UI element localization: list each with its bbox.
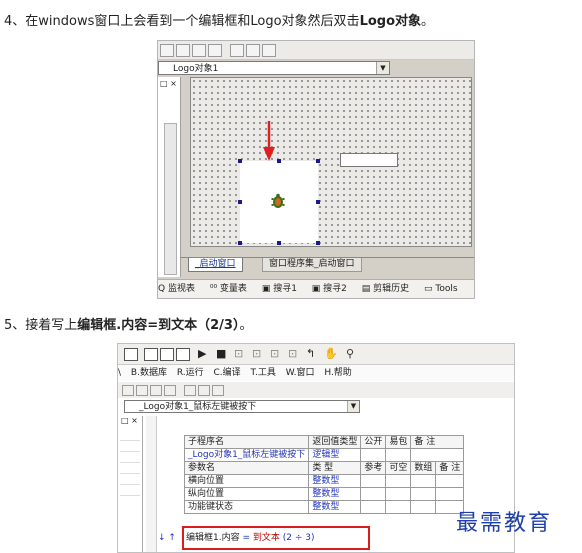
subroutine-table: 子程序名 返回值类型 公开 易包 备 注 _Logo对象1_鼠标左键被按下 逻辑… bbox=[183, 435, 465, 514]
menu-help[interactable]: H.帮助 bbox=[324, 368, 351, 378]
flow-arrow-icon: ↓ ↑ bbox=[158, 533, 176, 543]
turtle-icon bbox=[271, 193, 285, 208]
menu-database[interactable]: B.数据库 bbox=[131, 368, 167, 378]
selection-handle[interactable] bbox=[316, 159, 320, 163]
table-row[interactable]: 功能键状态 整数型 bbox=[183, 500, 465, 514]
monitor-tab[interactable]: Q 监视表 bbox=[158, 284, 201, 294]
chevron-down-icon[interactable]: ▼ bbox=[347, 401, 359, 412]
tab-window-assembly[interactable]: 窗口程序集_启动窗口 bbox=[262, 258, 362, 272]
run-icon[interactable]: ▶ bbox=[198, 347, 206, 360]
menu-tools[interactable]: T.工具 bbox=[251, 368, 276, 378]
menu-bar: \ B.数据库 R.运行 C.编译 T.工具 W.窗口 H.帮助 bbox=[118, 365, 514, 381]
align-icon[interactable] bbox=[164, 385, 176, 396]
table-header: 参数名 类 型 参考 可空 数组 备 注 bbox=[183, 461, 465, 475]
close-icon[interactable]: □ × bbox=[121, 416, 138, 425]
align-icon[interactable] bbox=[122, 385, 134, 396]
edit-box-control[interactable] bbox=[340, 153, 398, 167]
search2-tab[interactable]: ▣ 搜寻2 bbox=[312, 284, 353, 294]
clip-history-tab[interactable]: ▤ 剪辑历史 bbox=[362, 284, 415, 294]
project-panel: □ × bbox=[118, 416, 143, 552]
step-icon[interactable]: ⊡ bbox=[270, 347, 279, 360]
window-tabbar: _启动窗口 窗口程序集_启动窗口 bbox=[180, 257, 474, 272]
table-header: 子程序名 返回值类型 公开 易包 备 注 bbox=[183, 435, 465, 449]
toolbar-align bbox=[118, 382, 514, 398]
menu-compile[interactable]: C.编译 bbox=[214, 368, 241, 378]
highlight-box bbox=[182, 526, 370, 550]
scrollbar[interactable] bbox=[164, 123, 177, 275]
screenshot-window-designer: Logo对象1 ▼ □ × _启动窗口 窗口程序集_启动窗口 Q 监视表 ⁰⁰ … bbox=[157, 40, 475, 299]
align-icon[interactable] bbox=[246, 44, 260, 57]
align-icon[interactable] bbox=[230, 44, 244, 57]
align-icon[interactable] bbox=[198, 385, 210, 396]
variable-tab[interactable]: ⁰⁰ 变量表 bbox=[210, 284, 253, 294]
align-icon[interactable] bbox=[212, 385, 224, 396]
align-icon[interactable] bbox=[160, 44, 174, 57]
step-icon[interactable]: ⊡ bbox=[252, 347, 261, 360]
toolbar-align bbox=[158, 41, 474, 60]
editor-gutter bbox=[146, 416, 157, 552]
table-row[interactable]: 横向位置 整数型 bbox=[183, 474, 465, 488]
tools-tab[interactable]: ▭ Tools bbox=[424, 284, 464, 294]
table-row[interactable]: 纵向位置 整数型 bbox=[183, 487, 465, 501]
align-icon[interactable] bbox=[208, 44, 222, 57]
binoculars-icon[interactable]: ⚲ bbox=[346, 347, 354, 360]
property-panel: □ × bbox=[158, 77, 181, 277]
step-icon[interactable]: ⊡ bbox=[288, 347, 297, 360]
step-icon[interactable]: ⊡ bbox=[234, 347, 243, 360]
align-icon[interactable] bbox=[176, 44, 190, 57]
selection-handle[interactable] bbox=[316, 241, 320, 245]
chevron-down-icon[interactable]: ▼ bbox=[376, 62, 389, 74]
align-icon[interactable] bbox=[262, 44, 276, 57]
layout-icon[interactable] bbox=[144, 348, 158, 361]
watermark: 最需教育 bbox=[456, 511, 553, 536]
stop-icon[interactable]: ■ bbox=[216, 347, 226, 360]
subroutine-combo[interactable]: _Logo对象1_鼠标左键被按下 ▼ bbox=[124, 400, 360, 413]
design-canvas[interactable] bbox=[190, 77, 472, 247]
align-icon[interactable] bbox=[136, 385, 148, 396]
table-row[interactable]: _Logo对象1_鼠标左键被按下 逻辑型 bbox=[183, 448, 465, 462]
close-icon[interactable]: □ × bbox=[160, 79, 177, 88]
hand-icon[interactable]: ✋ bbox=[324, 347, 338, 360]
align-icon[interactable] bbox=[184, 385, 196, 396]
selection-handle[interactable] bbox=[277, 159, 281, 163]
search1-tab[interactable]: ▣ 搜寻1 bbox=[262, 284, 303, 294]
tab-start-window[interactable]: _启动窗口 bbox=[188, 258, 243, 272]
find-icon[interactable] bbox=[124, 348, 138, 361]
align-icon[interactable] bbox=[150, 385, 162, 396]
object-combo[interactable]: Logo对象1 ▼ bbox=[158, 61, 390, 75]
step4-caption: 4、在windows窗口上会看到一个编辑框和Logo对象然后双击Logo对象。 bbox=[4, 14, 435, 29]
status-bar: Q 监视表 ⁰⁰ 变量表 ▣ 搜寻1 ▣ 搜寻2 ▤ 剪辑历史 ▭ Tools bbox=[158, 279, 474, 298]
selection-handle[interactable] bbox=[277, 241, 281, 245]
selection-handle[interactable] bbox=[238, 159, 242, 163]
selection-handle[interactable] bbox=[316, 200, 320, 204]
cursor-icon[interactable]: ↰ bbox=[306, 347, 315, 360]
layout-icon[interactable] bbox=[160, 348, 174, 361]
red-arrow-icon bbox=[263, 121, 275, 161]
menu-run[interactable]: R.运行 bbox=[177, 368, 204, 378]
step5-caption: 5、接着写上编辑框.内容=到文本（2/3）。 bbox=[4, 318, 253, 333]
selection-handle[interactable] bbox=[238, 200, 242, 204]
menu-window[interactable]: W.窗口 bbox=[286, 368, 315, 378]
selection-handle[interactable] bbox=[238, 241, 242, 245]
layout-icon[interactable] bbox=[176, 348, 190, 361]
align-icon[interactable] bbox=[192, 44, 206, 57]
toolbar-main: ▶ ■ ⊡ ⊡ ⊡ ⊡ ↰ ✋ ⚲ bbox=[118, 344, 514, 365]
